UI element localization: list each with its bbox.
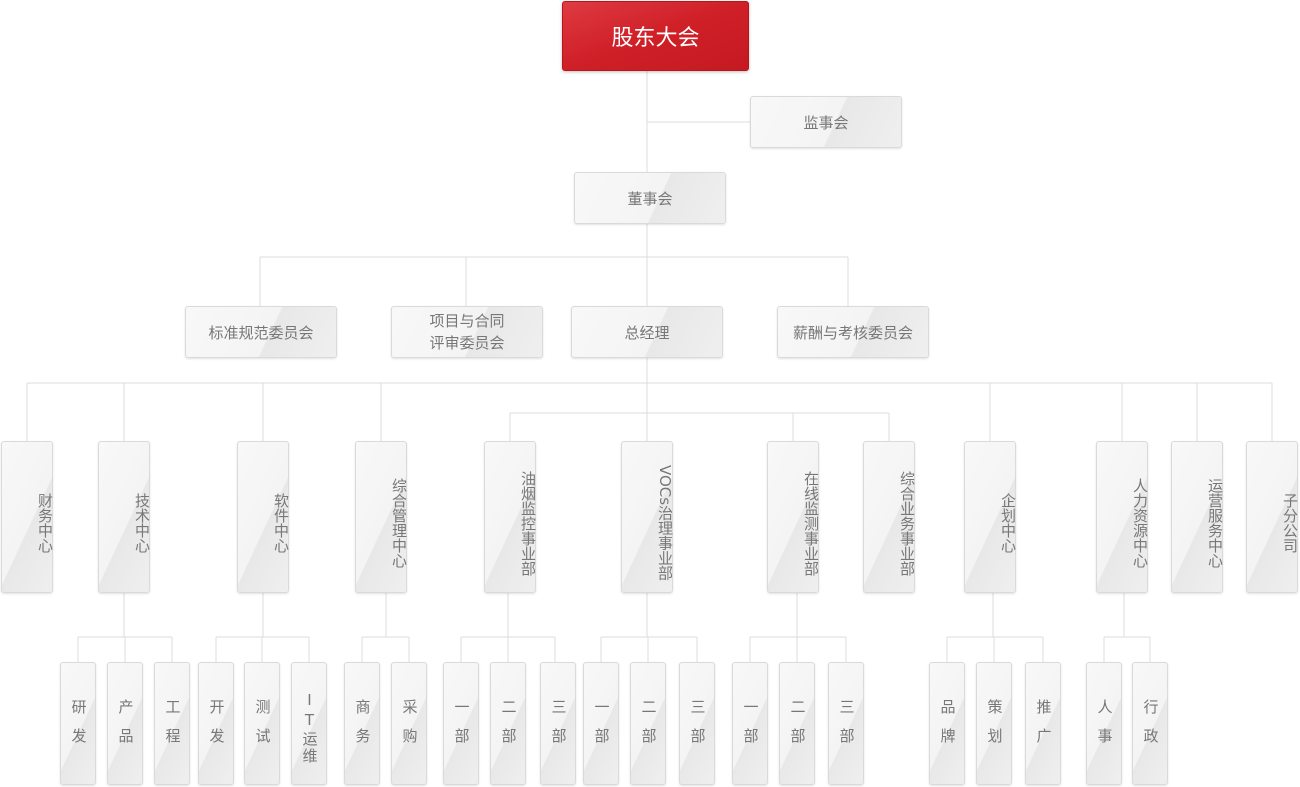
subunit-label: 一部 bbox=[452, 698, 471, 757]
subunit-vocs-2: 二部 bbox=[630, 662, 666, 785]
board-label: 董事会 bbox=[627, 189, 673, 208]
subunit-label: 二部 bbox=[788, 698, 807, 757]
subunit-development: 开发 bbox=[198, 662, 234, 785]
subunit-label: 开发 bbox=[207, 698, 226, 757]
subunit-rd: 研发 bbox=[60, 662, 96, 785]
subunit-label: 策划 bbox=[985, 698, 1004, 757]
dept-subsidiaries: 子分公司 bbox=[1246, 441, 1299, 593]
dept-finance: 财务中心 bbox=[1, 441, 54, 593]
dept-fume-monitoring: 油烟监控事业部 bbox=[484, 441, 537, 593]
dept-label: 财务中心 bbox=[36, 493, 54, 553]
subunit-label: 三部 bbox=[837, 698, 856, 757]
subunit-vocs-3: 三部 bbox=[679, 662, 715, 785]
dept-label: 人力资源中心 bbox=[1131, 478, 1149, 568]
dept-label: 油烟监控事业部 bbox=[519, 470, 537, 576]
dept-label: 技术中心 bbox=[133, 493, 151, 553]
subunit-online-3: 三部 bbox=[828, 662, 864, 785]
subunit-online-1: 一部 bbox=[732, 662, 768, 785]
subunit-brand: 品牌 bbox=[929, 662, 965, 785]
supervisors-label: 监事会 bbox=[803, 113, 849, 132]
supervisors-node: 监事会 bbox=[750, 96, 902, 148]
subunit-label: 二部 bbox=[499, 698, 518, 757]
dept-software: 软件中心 bbox=[237, 441, 290, 593]
compensation-committee-node: 薪酬与考核委员会 bbox=[777, 306, 929, 358]
subunit-label: 人事 bbox=[1095, 698, 1114, 757]
standards-committee-label: 标准规范委员会 bbox=[208, 323, 314, 342]
dept-admin: 综合管理中心 bbox=[355, 441, 408, 593]
subunit-label: 商务 bbox=[353, 698, 372, 757]
subunit-administration: 行政 bbox=[1132, 662, 1168, 785]
subunit-label: 品牌 bbox=[938, 698, 957, 757]
subunit-label: 行政 bbox=[1141, 698, 1160, 757]
dept-label: 运营服务中心 bbox=[1206, 478, 1224, 568]
subunit-fume-3: 三部 bbox=[540, 662, 576, 785]
subunit-label: 二部 bbox=[639, 698, 658, 757]
dept-label: 子分公司 bbox=[1281, 493, 1299, 553]
dept-label: 企划中心 bbox=[999, 493, 1017, 553]
dept-label: 综合管理中心 bbox=[390, 478, 408, 568]
subunit-label: 研发 bbox=[69, 698, 88, 757]
compensation-committee-label: 薪酬与考核委员会 bbox=[792, 323, 913, 342]
project-committee-node: 项目与合同 评审委员会 bbox=[391, 306, 543, 358]
subunit-product: 产品 bbox=[107, 662, 143, 785]
shareholders-label: 股东大会 bbox=[611, 26, 700, 51]
dept-operations: 运营服务中心 bbox=[1171, 441, 1224, 593]
subunit-personnel: 人事 bbox=[1086, 662, 1122, 785]
subunit-label: 三部 bbox=[549, 698, 568, 757]
project-committee-line1: 项目与合同 bbox=[429, 312, 505, 330]
standards-committee-node: 标准规范委员会 bbox=[185, 306, 337, 358]
subunit-label: 测试 bbox=[253, 698, 272, 757]
board-node: 董事会 bbox=[574, 172, 726, 224]
subunit-online-2: 二部 bbox=[779, 662, 815, 785]
subunit-promotion: 推广 bbox=[1025, 662, 1061, 785]
subunit-fume-1: 一部 bbox=[443, 662, 479, 785]
shareholders-node: 股东大会 bbox=[562, 1, 749, 71]
subunit-label: 推广 bbox=[1034, 698, 1053, 757]
subunit-strategy: 策划 bbox=[976, 662, 1012, 785]
subunit-vocs-1: 一部 bbox=[583, 662, 619, 785]
subunit-label: 采购 bbox=[400, 698, 419, 757]
subunit-fume-2: 二部 bbox=[490, 662, 526, 785]
subunit-label: IT运维 bbox=[300, 690, 319, 765]
dept-online-monitoring: 在线监测事业部 bbox=[767, 441, 820, 593]
subunit-label: 工程 bbox=[163, 698, 182, 757]
project-committee-line2: 评审委员会 bbox=[429, 334, 505, 352]
general-manager-node: 总经理 bbox=[571, 306, 723, 358]
subunit-label: 三部 bbox=[688, 698, 707, 757]
subunit-testing: 测试 bbox=[244, 662, 280, 785]
dept-label: 软件中心 bbox=[272, 493, 290, 553]
dept-label: 在线监测事业部 bbox=[802, 470, 820, 576]
dept-label: 综合业务事业部 bbox=[898, 470, 916, 576]
subunit-engineering: 工程 bbox=[154, 662, 190, 785]
dept-label: VOCs治理事业部 bbox=[656, 465, 674, 581]
dept-planning: 企划中心 bbox=[964, 441, 1017, 593]
subunit-it-ops: IT运维 bbox=[291, 662, 327, 785]
subunit-business: 商务 bbox=[344, 662, 380, 785]
dept-hr: 人力资源中心 bbox=[1096, 441, 1149, 593]
dept-general-business: 综合业务事业部 bbox=[863, 441, 916, 593]
subunit-label: 一部 bbox=[592, 698, 611, 757]
subunit-label: 产品 bbox=[116, 698, 135, 757]
subunit-label: 一部 bbox=[741, 698, 760, 757]
general-manager-label: 总经理 bbox=[624, 323, 670, 342]
dept-vocs: VOCs治理事业部 bbox=[621, 441, 674, 593]
dept-technology: 技术中心 bbox=[98, 441, 151, 593]
subunit-procurement: 采购 bbox=[391, 662, 427, 785]
